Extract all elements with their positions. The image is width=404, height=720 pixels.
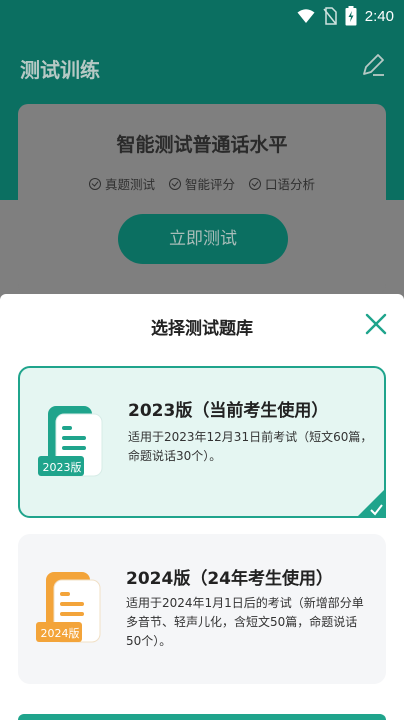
close-icon[interactable] <box>364 312 388 336</box>
feature-item: 智能评分 <box>168 174 235 193</box>
bank-badge-label: 2024版 <box>40 627 80 640</box>
status-bar: 2:40 <box>0 0 404 32</box>
check-circle-icon <box>249 177 261 190</box>
test-card: 智能测试普通话水平 真题测试 智能评分 口语分析 立即测试 <box>18 104 386 294</box>
bank-name: 2023版（当前考生使用） <box>128 401 329 421</box>
check-circle-icon <box>88 177 101 190</box>
test-card-title: 智能测试普通话水平 <box>116 134 288 156</box>
bank-description: 适用于2023年12月31日前考试（短文60篇，命题说话30个）。 <box>128 430 373 463</box>
status-icons: 2:40 <box>297 6 394 26</box>
check-circle-icon <box>168 177 181 190</box>
bank-description: 适用于2024年1月1日后的考试（新增部分单多音节、轻声儿化，含短文50篇，命题… <box>126 596 364 648</box>
wifi-icon <box>297 9 315 23</box>
app-header: 测试训练 <box>0 32 404 102</box>
feature-list: 真题测试 智能评分 口语分析 <box>18 174 386 193</box>
confirm-button[interactable] <box>18 714 386 720</box>
start-test-button[interactable]: 立即测试 <box>118 214 288 264</box>
selected-check-icon <box>356 488 386 518</box>
feature-label: 真题测试 <box>104 177 155 192</box>
no-sim-icon <box>323 7 337 25</box>
bank-option-2023[interactable]: 2023版 2023版（当前考生使用） 适用于2023年12月31日前考试（短文… <box>18 366 386 518</box>
feature-label: 口语分析 <box>265 177 316 192</box>
feature-item: 口语分析 <box>249 174 315 193</box>
page-title: 测试训练 <box>20 60 100 82</box>
bank-option-2024[interactable]: 2024版 2024版（24年考生使用） 适用于2024年1月1日后的考试（新增… <box>18 534 386 684</box>
bank-selection-sheet: 选择测试题库 2023版 2023版（当前考生使用） 适用于2023年12月31… <box>0 294 404 720</box>
bank-name: 2024版（24年考生使用） <box>126 569 333 589</box>
sheet-title: 选择测试题库 <box>151 319 253 339</box>
feature-label: 智能评分 <box>184 177 235 192</box>
battery-icon <box>345 6 357 26</box>
status-time: 2:40 <box>364 7 394 25</box>
feature-item: 真题测试 <box>88 174 155 193</box>
edit-icon[interactable] <box>360 52 386 78</box>
bank-badge-label: 2023版 <box>42 461 82 474</box>
